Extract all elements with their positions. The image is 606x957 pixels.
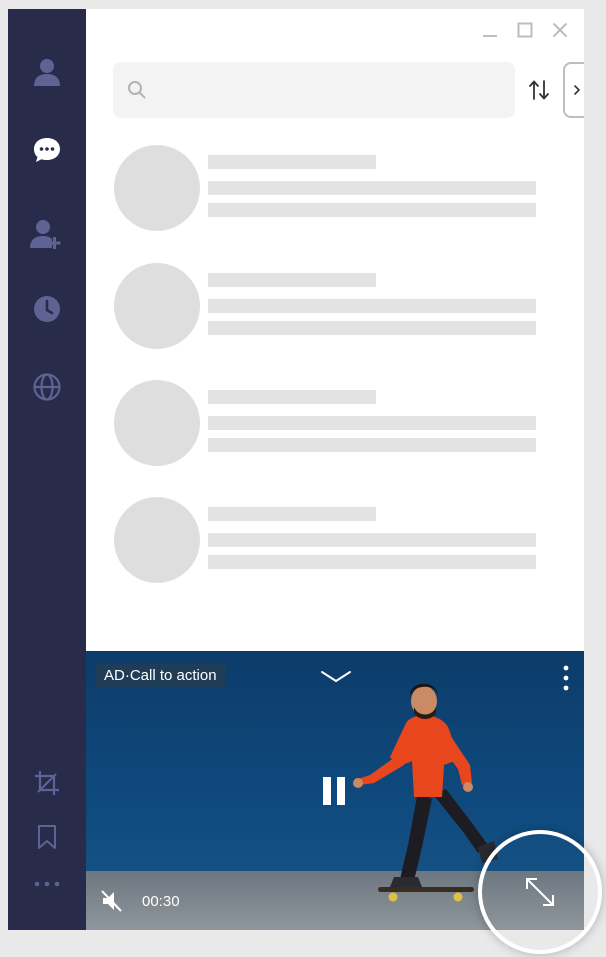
list-item-skeleton — [114, 497, 544, 583]
skeleton-line — [208, 299, 536, 313]
add-person-icon — [30, 220, 61, 249]
globe-icon — [33, 373, 61, 401]
skeleton-line — [208, 273, 376, 287]
sort-arrows-icon — [529, 80, 549, 100]
sort-button[interactable] — [526, 77, 552, 103]
sidebar — [8, 9, 86, 930]
list-item-skeleton — [114, 145, 544, 231]
main-panel: AD·Call to action 00:30 — [86, 9, 584, 930]
skeleton-line — [208, 533, 536, 547]
sidebar-item-discover[interactable] — [29, 369, 65, 405]
person-icon — [34, 59, 60, 86]
close-button[interactable] — [549, 19, 571, 41]
pause-button[interactable] — [316, 773, 352, 809]
expand-panel-tab[interactable] — [563, 62, 584, 118]
fullscreen-expand-icon — [526, 878, 554, 906]
ad-call-to-action-label[interactable]: AD·Call to action — [96, 664, 225, 688]
sidebar-item-crop[interactable] — [29, 765, 65, 801]
skeleton-line — [208, 181, 536, 195]
sidebar-item-contacts[interactable] — [29, 54, 65, 90]
avatar-placeholder — [114, 263, 200, 349]
skeleton-line — [208, 555, 536, 569]
mute-button[interactable] — [100, 889, 124, 913]
list-item-skeleton — [114, 263, 544, 349]
muted-speaker-icon — [101, 890, 122, 912]
skeleton-line — [208, 416, 536, 430]
app-window: AD·Call to action 00:30 — [8, 9, 584, 930]
search-icon — [128, 81, 146, 99]
skeleton-line — [208, 321, 536, 335]
minimize-button[interactable] — [479, 19, 501, 41]
search-input[interactable] — [157, 72, 501, 110]
maximize-icon — [517, 22, 533, 38]
chevron-right-icon — [574, 85, 581, 95]
video-time: 00:30 — [142, 893, 180, 910]
skeleton-line — [208, 155, 376, 169]
skeleton-line — [208, 390, 376, 404]
avatar-placeholder — [114, 380, 200, 466]
more-vertical-icon — [563, 665, 569, 691]
sidebar-item-more[interactable] — [29, 866, 65, 902]
sidebar-item-bookmark[interactable] — [29, 819, 65, 855]
video-more-options-button[interactable] — [558, 663, 574, 693]
avatar-placeholder — [114, 145, 200, 231]
close-icon — [552, 22, 568, 38]
minimize-icon — [483, 35, 497, 37]
list-item-skeleton — [114, 380, 544, 466]
skeleton-line — [208, 203, 536, 217]
skeleton-line — [208, 438, 536, 452]
search-bar[interactable] — [113, 62, 515, 118]
skeleton-line — [208, 507, 376, 521]
sidebar-item-chats[interactable] — [29, 132, 65, 168]
collapse-video-button[interactable] — [318, 667, 354, 687]
sidebar-item-history[interactable] — [29, 291, 65, 327]
bookmark-icon — [38, 825, 56, 849]
clock-icon — [34, 296, 60, 322]
chevron-down-icon — [321, 671, 351, 683]
avatar-placeholder — [114, 497, 200, 583]
chat-bubble-icon — [34, 138, 60, 162]
more-horizontal-icon — [34, 881, 60, 887]
crop-icon — [35, 771, 59, 795]
pause-icon — [323, 777, 345, 805]
maximize-button[interactable] — [514, 19, 536, 41]
fullscreen-button[interactable] — [478, 830, 602, 954]
sidebar-item-add-contact[interactable] — [29, 216, 65, 252]
